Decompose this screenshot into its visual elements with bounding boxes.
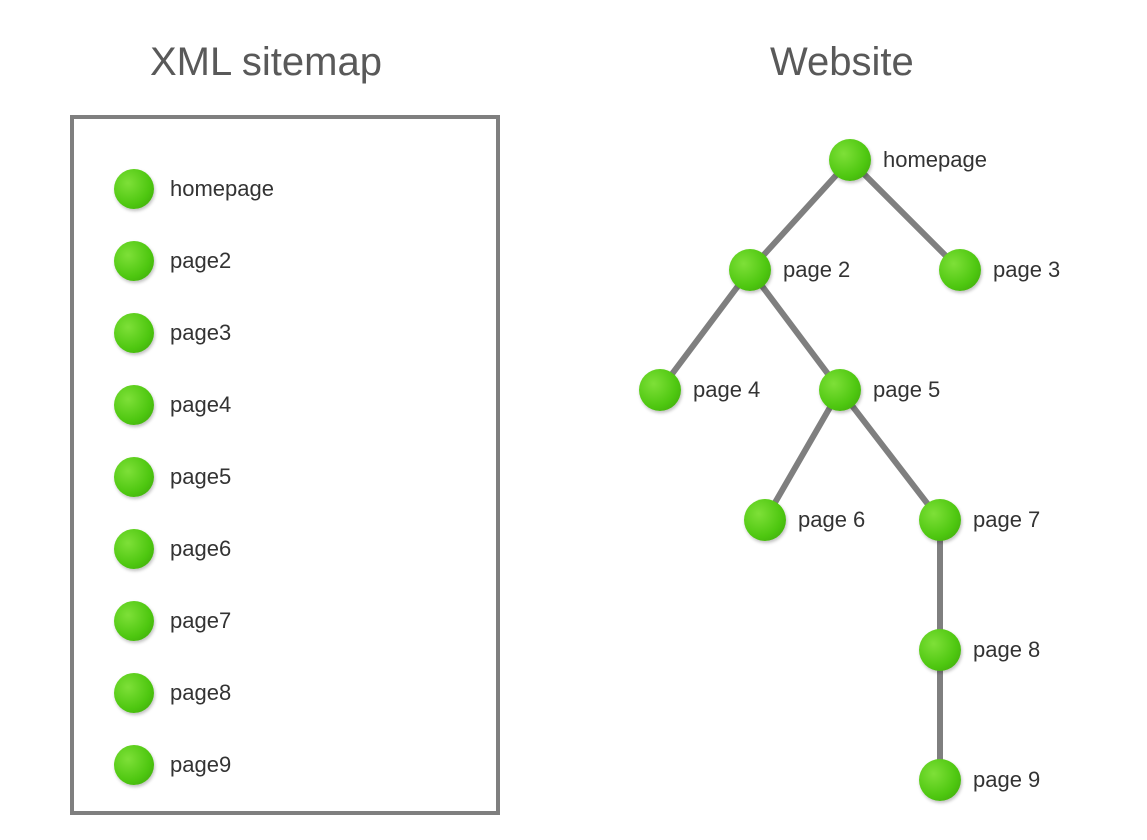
heading-sitemap: XML sitemap <box>150 40 382 85</box>
page-dot-icon <box>114 601 154 641</box>
list-item: page9 <box>114 745 231 785</box>
list-item-label: page3 <box>170 320 231 346</box>
page-dot-icon <box>829 139 871 181</box>
list-item: page7 <box>114 601 231 641</box>
tree-node-label: page 6 <box>798 507 865 533</box>
tree-node-page2: page 2 <box>729 249 850 291</box>
tree-edges <box>580 110 1140 830</box>
heading-website: Website <box>770 40 914 85</box>
page-dot-icon <box>919 499 961 541</box>
sitemap-box: homepage page2 page3 page4 page5 page6 p… <box>70 115 500 815</box>
list-item-label: page2 <box>170 248 231 274</box>
list-item-label: page4 <box>170 392 231 418</box>
list-item-label: page6 <box>170 536 231 562</box>
page-dot-icon <box>114 385 154 425</box>
tree-node-label: page 9 <box>973 767 1040 793</box>
tree-node-label: page 4 <box>693 377 760 403</box>
page-dot-icon <box>114 313 154 353</box>
tree-node-label: page 7 <box>973 507 1040 533</box>
page-dot-icon <box>114 169 154 209</box>
page-dot-icon <box>114 241 154 281</box>
list-item: homepage <box>114 169 274 209</box>
website-tree: homepage page 2 page 3 page 4 page 5 page 6 pa… <box>580 110 1140 830</box>
tree-node-page7: page 7 <box>919 499 1040 541</box>
page-dot-icon <box>729 249 771 291</box>
tree-node-page8: page 8 <box>919 629 1040 671</box>
tree-node-page5: page 5 <box>819 369 940 411</box>
tree-node-page3: page 3 <box>939 249 1060 291</box>
list-item: page3 <box>114 313 231 353</box>
list-item: page8 <box>114 673 231 713</box>
list-item: page4 <box>114 385 231 425</box>
page-dot-icon <box>819 369 861 411</box>
tree-node-label: page 5 <box>873 377 940 403</box>
page-dot-icon <box>939 249 981 291</box>
tree-node-page9: page 9 <box>919 759 1040 801</box>
list-item-label: page5 <box>170 464 231 490</box>
list-item: page5 <box>114 457 231 497</box>
list-item-label: page7 <box>170 608 231 634</box>
page-dot-icon <box>919 759 961 801</box>
page-dot-icon <box>114 673 154 713</box>
page-dot-icon <box>919 629 961 671</box>
list-item: page2 <box>114 241 231 281</box>
tree-node-label: homepage <box>883 147 987 173</box>
list-item-label: page8 <box>170 680 231 706</box>
page-dot-icon <box>114 457 154 497</box>
tree-node-label: page 2 <box>783 257 850 283</box>
list-item-label: page9 <box>170 752 231 778</box>
tree-node-label: page 8 <box>973 637 1040 663</box>
tree-node-page6: page 6 <box>744 499 865 541</box>
list-item-label: homepage <box>170 176 274 202</box>
page-dot-icon <box>639 369 681 411</box>
tree-node-page4: page 4 <box>639 369 760 411</box>
tree-node-label: page 3 <box>993 257 1060 283</box>
page-dot-icon <box>114 745 154 785</box>
tree-node-homepage: homepage <box>829 139 987 181</box>
page-dot-icon <box>744 499 786 541</box>
page-dot-icon <box>114 529 154 569</box>
list-item: page6 <box>114 529 231 569</box>
